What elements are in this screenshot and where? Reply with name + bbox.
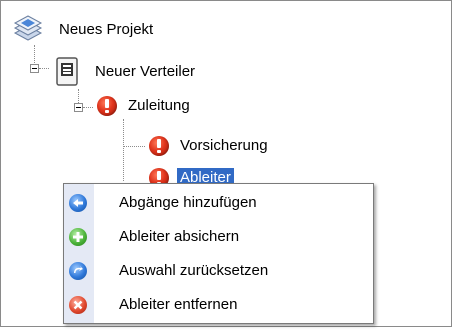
tree-connector	[123, 119, 124, 181]
arrow-left-icon	[69, 194, 87, 212]
tree-node-feed[interactable]: Zuleitung	[97, 96, 193, 116]
tree-connector	[123, 146, 145, 147]
tree-node-label: Vorsicherung	[180, 137, 268, 154]
menu-item-label: Abgänge hinzufügen	[119, 194, 257, 211]
warning-icon	[97, 96, 117, 116]
menu-item-remove-arrester[interactable]: Ableiter entfernen	[64, 288, 373, 322]
context-menu: Abgänge hinzufügen Ableiter absichern Au…	[63, 183, 374, 324]
tree-node-distributor[interactable]: Neuer Verteiler	[54, 57, 198, 87]
tree-node-label: Neues Projekt	[59, 21, 154, 38]
menu-item-label: Ableiter absichern	[119, 228, 240, 245]
tree-connector	[83, 107, 93, 108]
tree-node-root[interactable]: Neues Projekt	[11, 13, 156, 47]
tree-node-child[interactable]: Vorsicherung	[149, 136, 271, 156]
warning-icon	[149, 136, 169, 156]
tree-node-label: Neuer Verteiler	[95, 63, 196, 80]
menu-item-reset-selection[interactable]: Auswahl zurücksetzen	[64, 254, 373, 288]
tree-connector	[39, 68, 49, 69]
collapse-toggle[interactable]	[74, 103, 83, 112]
add-icon	[69, 228, 87, 246]
tree-node-label: Zuleitung	[128, 97, 190, 114]
distributor-icon	[54, 57, 80, 87]
menu-item-label: Auswahl zurücksetzen	[119, 262, 269, 279]
menu-item-add-outputs[interactable]: Abgänge hinzufügen	[64, 186, 373, 220]
remove-icon	[69, 296, 87, 314]
collapse-toggle[interactable]	[30, 64, 39, 73]
menu-item-label: Ableiter entfernen	[119, 296, 238, 313]
project-stack-icon	[11, 13, 45, 47]
reset-icon	[69, 262, 87, 280]
menu-item-secure-arrester[interactable]: Ableiter absichern	[64, 220, 373, 254]
